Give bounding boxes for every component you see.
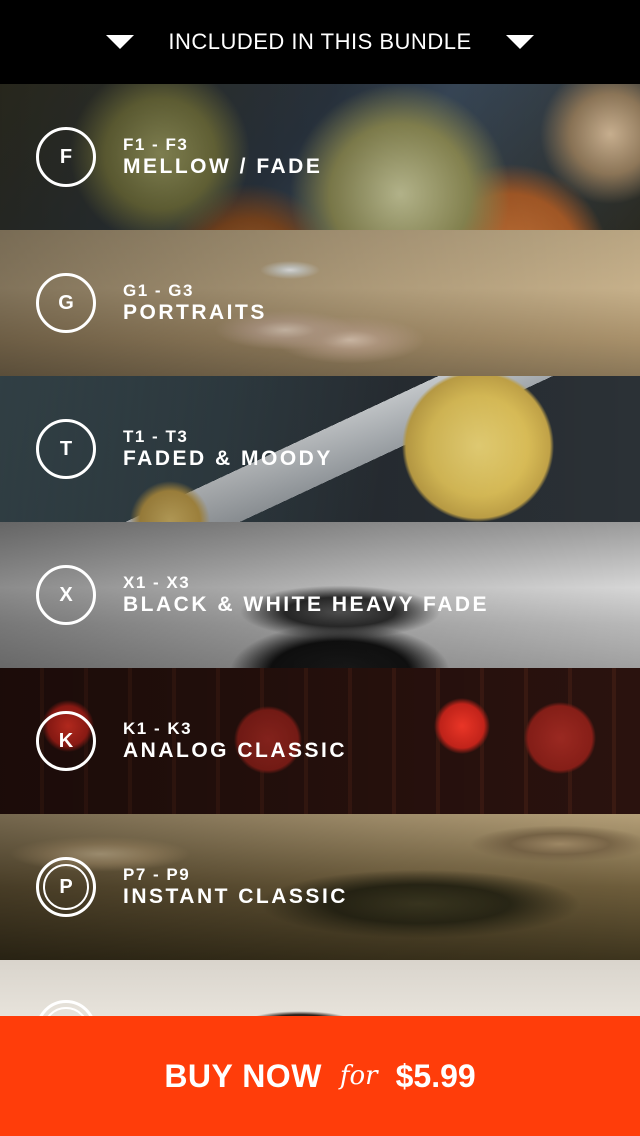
filter-name: BLACK & WHITE HEAVY FADE [123, 593, 490, 616]
filter-badge: P [36, 857, 96, 917]
filter-label: K1 - K3 ANALOG CLASSIC [123, 720, 347, 764]
buy-now-label: BUY NOW [164, 1057, 322, 1094]
filter-range: F1 - F3 [123, 135, 189, 154]
filter-row-black-white-heavy-fade[interactable]: X X1 - X3 BLACK & WHITE HEAVY FADE [0, 522, 640, 668]
filter-range: G1 - G3 [123, 281, 194, 300]
filter-range: X1 - X3 [123, 573, 191, 592]
buy-now-button[interactable]: BUY NOW for $5.99 [0, 1016, 640, 1136]
filter-label: P7 - P9 INSTANT CLASSIC [123, 866, 348, 910]
filter-name: MELLOW / FADE [123, 155, 323, 178]
filter-name: ANALOG CLASSIC [123, 739, 347, 762]
filter-range: T1 - T3 [123, 427, 189, 446]
filter-label: G1 - G3 PORTRAITS [123, 282, 267, 326]
filter-row-analog-classic[interactable]: K K1 - K3 ANALOG CLASSIC [0, 668, 640, 814]
chevron-down-icon[interactable] [106, 35, 135, 49]
filter-range: P7 - P9 [123, 865, 191, 884]
header-bar: INCLUDED IN THIS BUNDLE [0, 0, 640, 84]
filter-list: F F1 - F3 MELLOW / FADE G G1 - G3 PORTRA… [0, 84, 640, 1020]
filter-row-mellow-fade[interactable]: F F1 - F3 MELLOW / FADE [0, 84, 640, 230]
filter-badge: F [36, 127, 96, 187]
price-label: $5.99 [395, 1057, 476, 1094]
filter-name: INSTANT CLASSIC [123, 885, 348, 908]
filter-name: PORTRAITS [123, 301, 267, 324]
filter-row-partial[interactable] [0, 960, 640, 1020]
buy-for-text: for [339, 1061, 378, 1091]
filter-name: FADED & MOODY [123, 447, 333, 470]
chevron-down-icon[interactable] [505, 35, 534, 49]
filter-row-instant-classic[interactable]: P P7 - P9 INSTANT CLASSIC [0, 814, 640, 960]
filter-range: K1 - K3 [123, 719, 193, 738]
filter-preview-image [0, 960, 640, 1020]
filter-badge: G [36, 273, 96, 333]
filter-label: F1 - F3 MELLOW / FADE [123, 136, 322, 180]
filter-label: T1 - T3 FADED & MOODY [123, 428, 333, 472]
filter-badge: X [36, 565, 96, 625]
filter-badge: K [36, 711, 96, 771]
filter-row-faded-moody[interactable]: T T1 - T3 FADED & MOODY [0, 376, 640, 522]
filter-badge: T [36, 419, 96, 479]
header-title: INCLUDED IN THIS BUNDLE [168, 29, 472, 54]
filter-label: X1 - X3 BLACK & WHITE HEAVY FADE [123, 574, 489, 618]
filter-row-portraits[interactable]: G G1 - G3 PORTRAITS [0, 230, 640, 376]
